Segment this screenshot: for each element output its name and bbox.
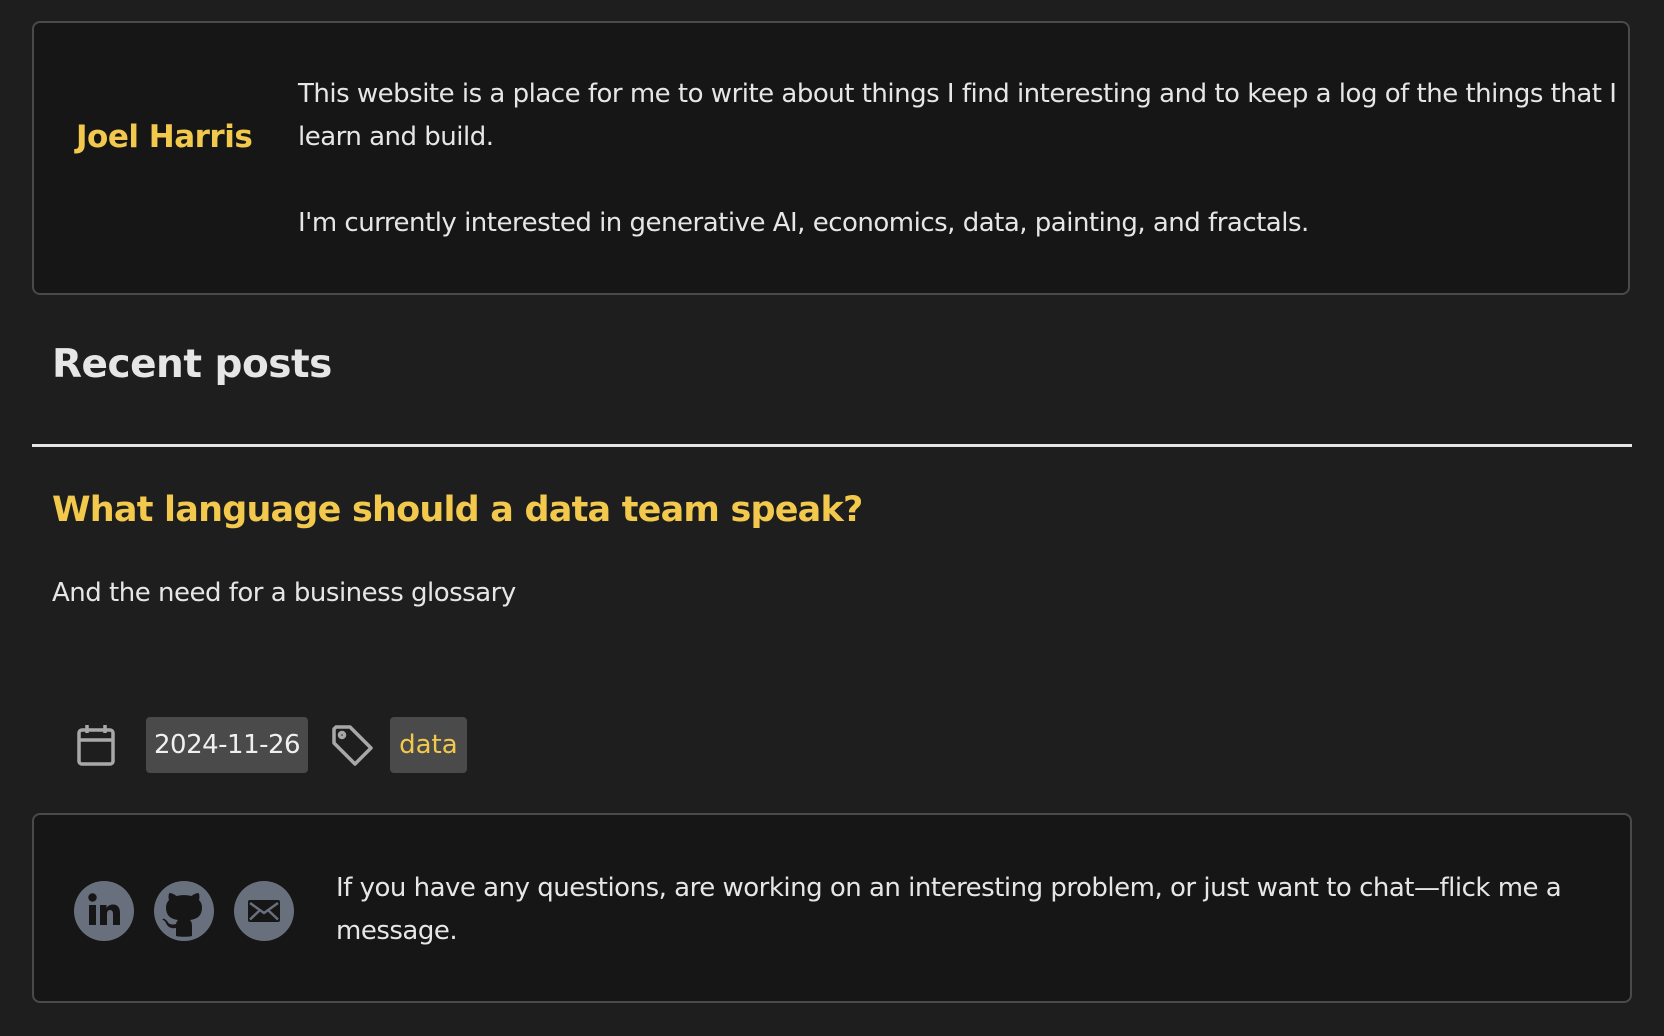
post-title-link[interactable]: What language should a data team speak? (52, 490, 863, 530)
post-tag-badge[interactable]: data (390, 717, 467, 773)
linkedin-icon[interactable] (74, 881, 134, 941)
github-icon[interactable] (154, 881, 214, 941)
intro-text: This website is a place for me to write … (298, 73, 1620, 288)
author-name[interactable]: Joel Harris (76, 119, 253, 155)
section-divider (32, 444, 1632, 447)
email-icon[interactable] (234, 881, 294, 941)
intro-paragraph: This website is a place for me to write … (298, 79, 1617, 152)
post-subtitle: And the need for a business glossary (52, 578, 516, 608)
contact-card: If you have any questions, are working o… (32, 813, 1632, 1003)
recent-posts-heading: Recent posts (52, 342, 332, 387)
social-links (74, 881, 314, 941)
tag-icon (328, 721, 376, 769)
intro-card: Joel Harris This website is a place for … (32, 21, 1630, 295)
post-meta: 2024-11-26 data (72, 717, 467, 773)
post-date-badge: 2024-11-26 (146, 717, 309, 773)
contact-message: If you have any questions, are working o… (336, 873, 1562, 946)
calendar-icon (72, 721, 120, 769)
intro-paragraph: I'm currently interested in generative A… (298, 208, 1309, 238)
